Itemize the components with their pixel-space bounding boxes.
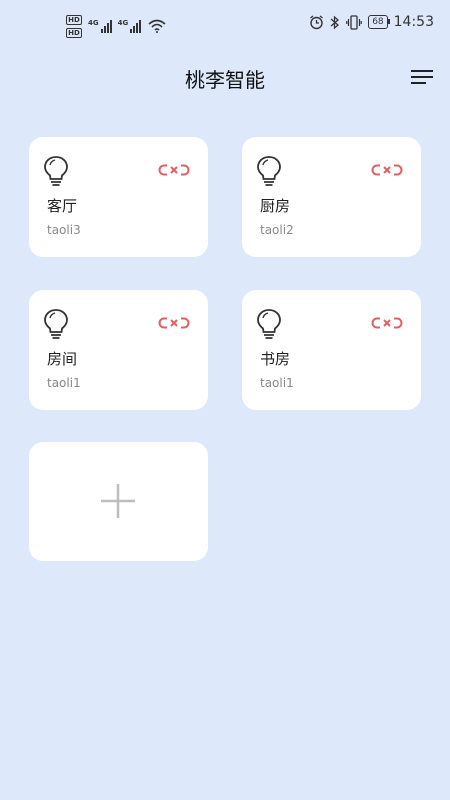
app-header: 桃李智能 xyxy=(0,52,450,104)
status-bar: HD HD 4G 4G 68 14:53 xyxy=(0,0,450,52)
system-indicators: 68 14:53 xyxy=(309,14,434,30)
disconnected-link-icon[interactable] xyxy=(371,316,403,330)
plus-icon xyxy=(101,484,135,518)
hd-icon: HD xyxy=(66,14,82,25)
network-type-label: 4G xyxy=(88,19,99,27)
device-id: taoli1 xyxy=(260,376,294,390)
room-name: 客厅 xyxy=(47,197,78,215)
lightbulb-icon xyxy=(44,156,68,186)
disconnected-link-icon[interactable] xyxy=(371,163,403,177)
signal-icon: 4G xyxy=(88,19,112,33)
menu-icon[interactable] xyxy=(410,68,434,86)
device-id: taoli3 xyxy=(47,223,81,237)
room-name: 书房 xyxy=(260,350,291,368)
hd-badges: HD HD xyxy=(66,14,82,38)
disconnected-link-icon[interactable] xyxy=(158,316,190,330)
bluetooth-icon xyxy=(330,15,340,29)
hd-icon: HD xyxy=(66,27,82,38)
device-id: taoli2 xyxy=(260,223,294,237)
wifi-icon xyxy=(148,19,166,33)
clock: 14:53 xyxy=(393,14,434,30)
room-name: 厨房 xyxy=(260,197,291,215)
device-card[interactable]: 房间 taoli1 xyxy=(29,290,208,410)
lightbulb-icon xyxy=(44,309,68,339)
signal-icon: 4G xyxy=(118,19,142,33)
vibrate-icon xyxy=(346,14,362,30)
device-card[interactable]: 书房 taoli1 xyxy=(242,290,421,410)
battery-icon: 68 xyxy=(368,15,391,29)
disconnected-link-icon[interactable] xyxy=(158,163,190,177)
page-title: 桃李智能 xyxy=(185,68,265,92)
network-type-label: 4G xyxy=(117,19,129,27)
device-card[interactable]: 客厅 taoli3 xyxy=(29,137,208,257)
lightbulb-icon xyxy=(257,309,281,339)
add-device-button[interactable] xyxy=(29,442,208,561)
room-name: 房间 xyxy=(47,350,78,368)
device-id: taoli1 xyxy=(47,376,81,390)
lightbulb-icon xyxy=(257,156,281,186)
alarm-icon xyxy=(310,14,324,29)
device-card[interactable]: 厨房 taoli2 xyxy=(242,137,421,257)
network-indicators: HD HD 4G 4G xyxy=(66,12,166,40)
